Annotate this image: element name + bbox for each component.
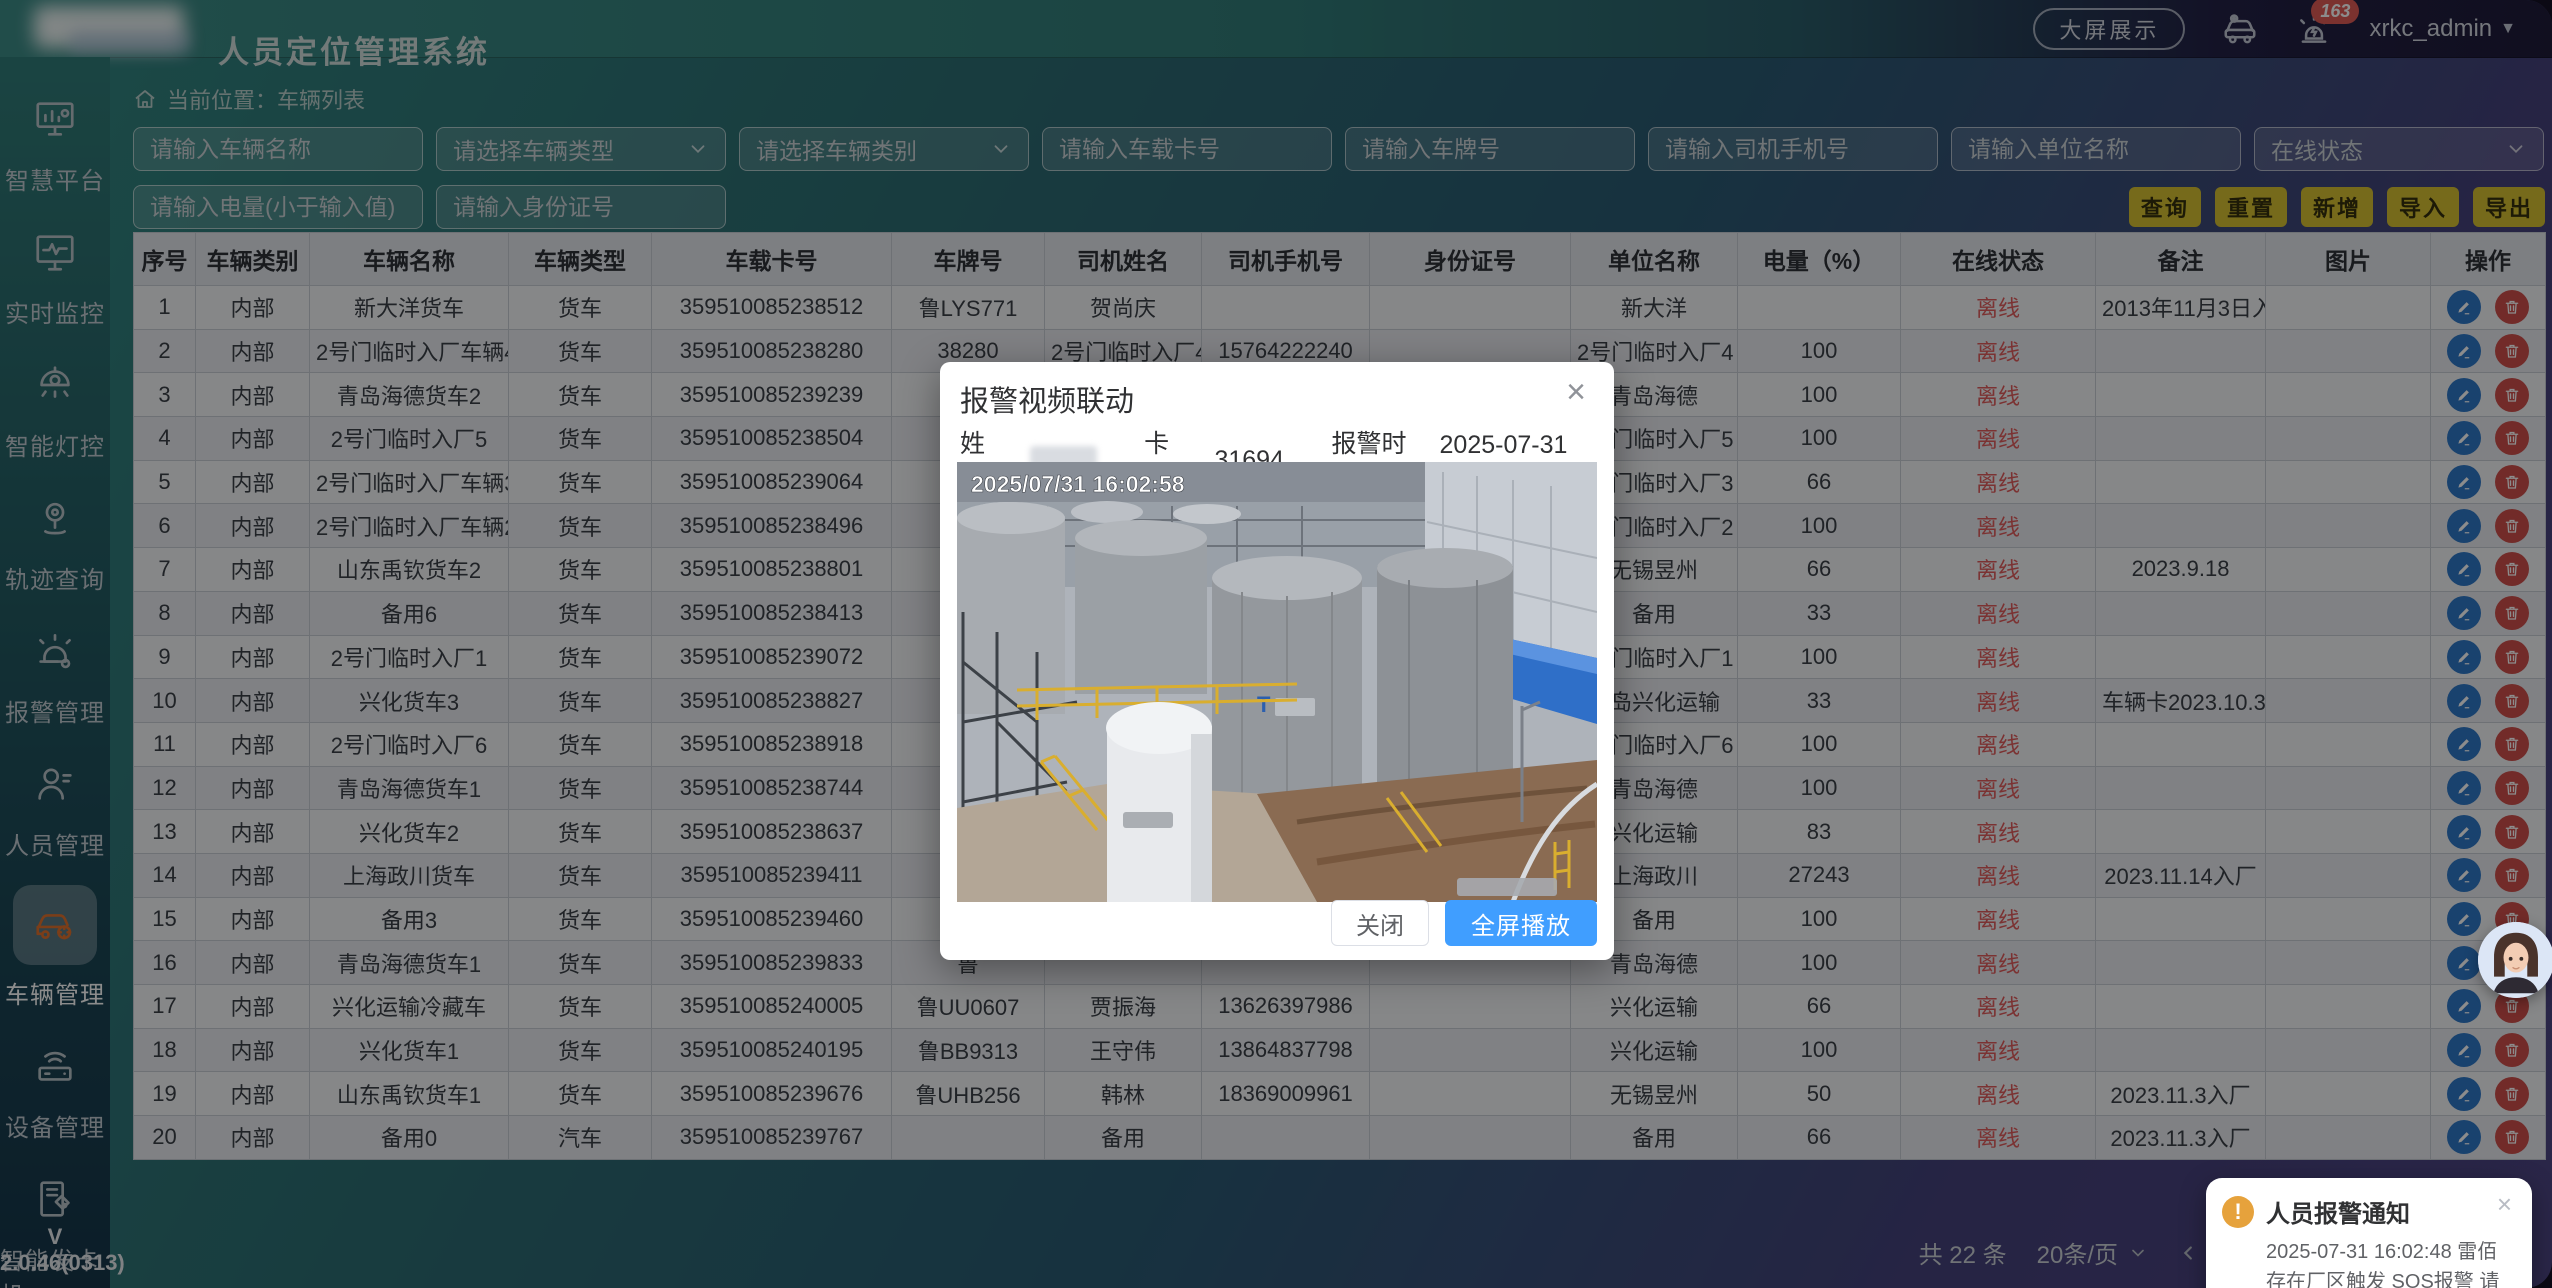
close-icon[interactable]: × (1560, 374, 1592, 410)
screen: 人员定位管理系统 大屏展示 (0, 0, 2552, 1288)
modal-footer: 关闭 全屏播放 (1331, 900, 1597, 946)
video-timestamp: 2025/07/31 16:02:58 (971, 471, 1185, 497)
alarm-toast: ! 人员报警通知 × 2025-07-31 16:02:48 雷佰存在厂区触发 … (2206, 1178, 2532, 1288)
cctv-video-frame: T (957, 462, 1597, 902)
toast-title: 人员报警通知 (2266, 1194, 2410, 1229)
alarm-video-modal: 报警视频联动 × 姓名： 卡号： 31694 报警时间： 2025-07-31 … (940, 362, 1614, 960)
svg-text:T: T (1257, 692, 1271, 717)
warning-icon: ! (2222, 1196, 2254, 1228)
modal-close-button[interactable]: 关闭 (1331, 900, 1429, 946)
toast-close-icon[interactable]: × (2491, 1190, 2518, 1218)
assistant-avatar[interactable] (2478, 922, 2552, 998)
fullscreen-play-button[interactable]: 全屏播放 (1445, 900, 1597, 946)
modal-title: 报警视频联动 (960, 378, 1134, 420)
toast-message: 2025-07-31 16:02:48 雷佰存在厂区触发 SOS报警 请及时处理 (2222, 1237, 2514, 1288)
